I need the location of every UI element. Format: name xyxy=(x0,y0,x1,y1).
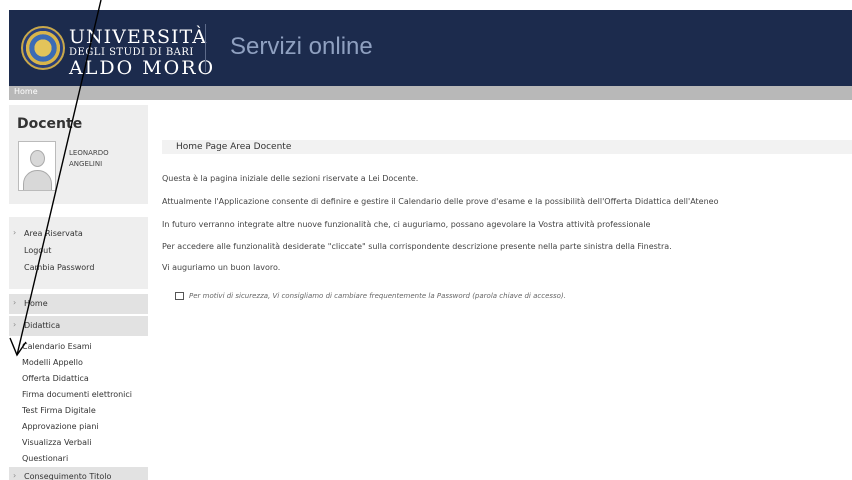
site-header: UNIVERSITÀ DEGLI STUDI DI BARI ALDO MORO… xyxy=(9,10,852,86)
info-note-icon xyxy=(175,292,184,300)
intro-paragraph: Questa è la pagina iniziale delle sezion… xyxy=(162,174,419,183)
page-title: Home Page Area Docente xyxy=(176,142,292,152)
university-seal-icon[interactable] xyxy=(21,26,65,70)
intro-paragraph: Per accedere alle funzionalità desiderat… xyxy=(162,242,672,251)
sidebar-subitem-firma-documenti[interactable]: Firma documenti elettronici xyxy=(22,390,132,399)
sidebar-item-label: Home xyxy=(24,299,48,308)
logout-link[interactable]: Logout xyxy=(24,246,51,255)
docente-panel: Docente LEONARDO ANGELINI xyxy=(9,105,148,204)
chevron-right-icon: › xyxy=(13,298,17,307)
intro-paragraph: In futuro verranno integrate altre nuove… xyxy=(162,220,651,229)
logo-line-3: ALDO MORO xyxy=(69,57,216,79)
sidebar-item-label: Conseguimento Titolo xyxy=(24,472,112,480)
page-title-bar: Home Page Area Docente xyxy=(162,140,852,154)
sidebar-item-conseguimento-titolo[interactable]: › Conseguimento Titolo xyxy=(9,467,148,480)
chevron-right-icon: › xyxy=(13,320,17,329)
area-riservata-panel: › Area Riservata Logout Cambia Password xyxy=(9,217,148,289)
sidebar-subitem-calendario-esami[interactable]: Calendario Esami xyxy=(22,342,92,351)
sidebar-subitem-offerta-didattica[interactable]: Offerta Didattica xyxy=(22,374,89,383)
sidebar-subitem-questionari[interactable]: Questionari xyxy=(22,454,68,463)
intro-paragraph: Vi auguriamo un buon lavoro. xyxy=(162,263,281,272)
logo-line-1: UNIVERSITÀ xyxy=(69,26,207,48)
user-last-name: ANGELINI xyxy=(69,160,103,168)
docente-title: Docente xyxy=(17,116,83,132)
site-title: Servizi online xyxy=(230,33,373,60)
avatar xyxy=(18,141,56,191)
cambia-password-link[interactable]: Cambia Password xyxy=(24,263,94,272)
sidebar-item-label: Didattica xyxy=(24,321,61,330)
user-name: LEONARDO ANGELINI xyxy=(69,148,109,170)
user-first-name: LEONARDO xyxy=(69,149,109,157)
avatar-body-icon xyxy=(23,170,52,190)
university-logo[interactable]: UNIVERSITÀ DEGLI STUDI DI BARI ALDO MORO xyxy=(69,28,215,78)
sidebar-subitem-modelli-appello[interactable]: Modelli Appello xyxy=(22,358,83,367)
breadcrumb-home[interactable]: Home xyxy=(14,87,38,96)
chevron-right-icon: › xyxy=(13,471,17,480)
sidebar-item-didattica[interactable]: › Didattica xyxy=(9,316,148,336)
breadcrumb: Home xyxy=(9,86,852,100)
sidebar-subitem-approvazione-piani[interactable]: Approvazione piani xyxy=(22,422,99,431)
sidebar: Docente LEONARDO ANGELINI › Area Riserva… xyxy=(9,105,148,480)
security-note: Per motivi di sicurezza, Vi consigliamo … xyxy=(189,292,566,300)
sidebar-item-home[interactable]: › Home xyxy=(9,294,148,314)
sidebar-subitem-test-firma[interactable]: Test Firma Digitale xyxy=(22,406,96,415)
avatar-head-icon xyxy=(30,150,45,167)
intro-paragraph: Attualmente l'Applicazione consente di d… xyxy=(162,197,719,206)
sidebar-subitem-visualizza-verbali[interactable]: Visualizza Verbali xyxy=(22,438,91,447)
area-riservata-link[interactable]: Area Riservata xyxy=(24,229,83,238)
header-divider xyxy=(205,24,206,72)
chevron-right-icon: › xyxy=(13,228,17,237)
